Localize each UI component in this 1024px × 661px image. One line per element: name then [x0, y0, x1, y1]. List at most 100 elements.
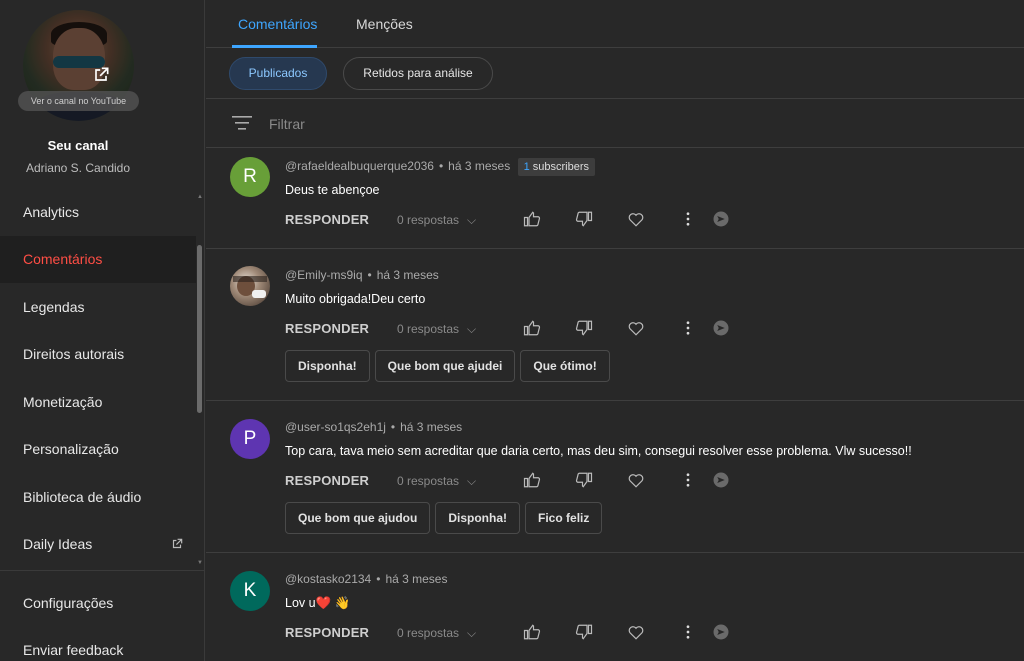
comment-item: R @rafaeldealbuquerque2036 • há 3 meses 1 … [206, 149, 1024, 249]
sidebar-item-enviar-feedback[interactable]: Enviar feedback [0, 627, 204, 661]
comment-header: @Emily-ms9iq • há 3 meses [285, 268, 439, 282]
comment-time[interactable]: há 3 meses [377, 268, 439, 282]
heart-icon[interactable] [627, 623, 645, 641]
suggested-replies: Disponha! Que bom que ajudei Que ótimo! [285, 350, 615, 382]
comment-text: Muito obrigada!Deu certo [285, 292, 426, 306]
comment-item: K @kostasko2134 • há 3 meses Lov u❤️ 👋 RES… [206, 554, 1024, 661]
more-options-icon[interactable] [679, 471, 697, 489]
sidebar-item-label: Biblioteca de áudio [23, 488, 142, 505]
commenter-avatar[interactable]: R [230, 157, 270, 197]
comment-time[interactable]: há 3 meses [448, 159, 510, 173]
main-content: Comentários Menções Publicados Retidos p… [206, 0, 1024, 661]
tab-comentarios[interactable]: Comentários [238, 16, 317, 32]
dislike-icon[interactable] [575, 623, 593, 641]
replies-dropdown[interactable]: 0 respostas ⌵ [397, 213, 476, 228]
dislike-icon[interactable] [575, 471, 593, 489]
ai-reply-icon[interactable] [712, 210, 730, 228]
commenter-avatar[interactable] [230, 266, 270, 306]
sidebar-item-comentarios[interactable]: Comentários [0, 235, 196, 283]
comment-text: Top cara, tava meio sem acreditar que da… [285, 444, 912, 458]
open-external-icon [95, 67, 109, 81]
chevron-down-icon: ⌵ [467, 474, 477, 488]
heart-icon[interactable] [627, 471, 645, 489]
comment-actions: RESPONDER 0 respostas ⌵ [285, 471, 745, 491]
comment-time[interactable]: há 3 meses [400, 420, 462, 434]
ai-reply-icon[interactable] [712, 471, 730, 489]
sidebar-nav: Analytics Comentários Legendas Direitos … [0, 188, 196, 568]
tab-mencoes[interactable]: Menções [356, 16, 413, 32]
view-channel-link[interactable]: Ver o canal no YouTube [18, 91, 139, 111]
replies-dropdown[interactable]: 0 respostas ⌵ [397, 626, 476, 641]
like-icon[interactable] [523, 319, 541, 337]
suggested-reply-button[interactable]: Que bom que ajudei [374, 350, 516, 382]
chevron-down-icon: ⌵ [467, 322, 477, 336]
filter-bar[interactable]: Filtrar [206, 100, 1024, 148]
heart-icon[interactable] [627, 210, 645, 228]
sidebar-item-label: Personalização [23, 441, 119, 458]
suggested-reply-button[interactable]: Fico feliz [525, 502, 603, 534]
ai-reply-icon[interactable] [712, 623, 730, 641]
like-icon[interactable] [523, 210, 541, 228]
channel-name: Adriano S. Candido [25, 161, 131, 175]
sidebar-item-daily-ideas[interactable]: Daily Ideas [0, 521, 196, 569]
comment-item: P @user-so1qs2eh1j • há 3 meses Top cara, … [206, 402, 1024, 553]
reply-button[interactable]: RESPONDER [285, 212, 369, 227]
reply-button[interactable]: RESPONDER [285, 473, 369, 488]
comment-header: @user-so1qs2eh1j • há 3 meses [285, 420, 463, 434]
sidebar-item-monetizacao[interactable]: Monetização [0, 378, 196, 426]
subscriber-badge: 1 subscribers [517, 158, 595, 176]
status-chips: Publicados Retidos para análise [206, 49, 1024, 99]
sidebar-item-label: Configurações [23, 594, 114, 611]
sidebar-item-personalizacao[interactable]: Personalização [0, 426, 196, 474]
sidebar-item-label: Comentários [23, 251, 103, 268]
suggested-reply-button[interactable]: Disponha! [285, 350, 370, 382]
comment-author[interactable]: @user-so1qs2eh1j [285, 420, 386, 434]
heart-icon[interactable] [627, 319, 645, 337]
comment-time[interactable]: há 3 meses [385, 572, 447, 586]
comment-author[interactable]: @kostasko2134 [285, 572, 371, 586]
comment-author[interactable]: @rafaeldealbuquerque2036 [285, 159, 434, 173]
suggested-reply-button[interactable]: Que ótimo! [520, 350, 610, 382]
reply-button[interactable]: RESPONDER [285, 625, 369, 640]
sidebar-item-configuracoes[interactable]: Configurações [0, 579, 204, 627]
commenter-avatar[interactable]: P [230, 419, 270, 459]
sidebar-scrollbar[interactable] [197, 245, 202, 413]
sidebar: Ver o canal no YouTube Seu canal Adriano… [0, 0, 205, 661]
suggested-reply-button[interactable]: Disponha! [435, 502, 521, 534]
sidebar-item-analytics[interactable]: Analytics [0, 188, 196, 236]
like-icon[interactable] [523, 471, 541, 489]
filter-input[interactable]: Filtrar [269, 116, 305, 132]
comment-author[interactable]: @Emily-ms9iq [285, 268, 363, 282]
reply-button[interactable]: RESPONDER [285, 321, 369, 336]
sidebar-item-legendas[interactable]: Legendas [0, 283, 196, 331]
chevron-down-icon: ⌵ [467, 213, 477, 227]
comment-item: @Emily-ms9iq • há 3 meses Muito obrigada!D… [206, 250, 1024, 401]
commenter-avatar[interactable]: K [230, 571, 270, 611]
replies-dropdown[interactable]: 0 respostas ⌵ [397, 322, 476, 337]
photo-avatar-icon [233, 276, 267, 298]
chip-publicados[interactable]: Publicados [229, 57, 327, 90]
dislike-icon[interactable] [575, 210, 593, 228]
more-options-icon[interactable] [679, 623, 697, 641]
like-icon[interactable] [523, 623, 541, 641]
chip-retidos[interactable]: Retidos para análise [343, 57, 493, 90]
sidebar-item-label: Direitos autorais [23, 346, 125, 363]
comment-text: Deus te abençoe [285, 183, 380, 197]
filter-icon[interactable] [232, 114, 252, 132]
replies-dropdown[interactable]: 0 respostas ⌵ [397, 474, 476, 489]
dislike-icon[interactable] [575, 319, 593, 337]
sidebar-item-label: Daily Ideas [23, 536, 93, 553]
comment-actions: RESPONDER 0 respostas ⌵ [285, 210, 745, 230]
more-options-icon[interactable] [679, 210, 697, 228]
more-options-icon[interactable] [679, 319, 697, 337]
ai-reply-icon[interactable] [712, 319, 730, 337]
active-tab-indicator [232, 45, 317, 48]
scroll-up-arrow[interactable]: ▲ [197, 194, 203, 200]
sidebar-item-label: Monetização [23, 393, 103, 410]
external-link-icon [172, 538, 183, 548]
sidebar-item-direitos-autorais[interactable]: Direitos autorais [0, 331, 196, 379]
sidebar-item-biblioteca-audio[interactable]: Biblioteca de áudio [0, 473, 196, 521]
scroll-down-arrow[interactable]: ▼ [197, 560, 203, 566]
channel-title: Seu canal [47, 138, 109, 153]
suggested-reply-button[interactable]: Que bom que ajudou [285, 502, 431, 534]
